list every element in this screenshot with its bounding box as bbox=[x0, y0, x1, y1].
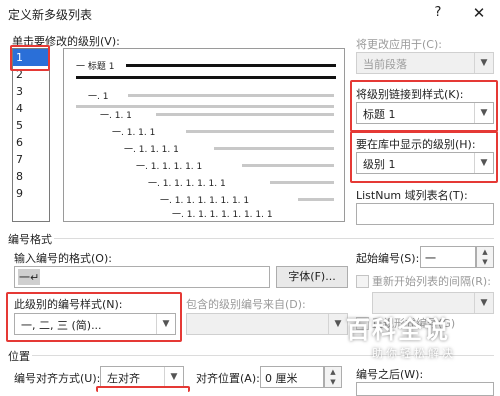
position-section: 位置 bbox=[8, 350, 30, 363]
align-at-input[interactable]: 0 厘米 bbox=[260, 366, 324, 388]
preview-row: 一. 1. 1. 1. 1 bbox=[124, 145, 179, 155]
level-item[interactable]: 9 bbox=[13, 185, 49, 202]
level-listbox[interactable]: 1 2 3 4 5 6 7 8 9 bbox=[12, 48, 50, 222]
include-level-select: ▼ bbox=[186, 313, 348, 335]
restart-label: 重新开始列表的间隔(R): bbox=[372, 275, 491, 288]
gallery-level-label: 要在库中显示的级别(H): bbox=[356, 138, 476, 151]
highlight-align-box bbox=[96, 386, 190, 392]
watermark-slogan: 助你轻松解决 bbox=[372, 347, 456, 360]
chevron-down-icon: ▼ bbox=[474, 53, 493, 73]
number-style-label: 此级别的编号样式(N): bbox=[14, 298, 123, 311]
section-divider bbox=[54, 238, 494, 239]
preview-row: 一. 1. 1. 1 bbox=[112, 128, 156, 138]
level-item[interactable]: 5 bbox=[13, 117, 49, 134]
preview-heading-line bbox=[76, 76, 336, 79]
follow-number-select[interactable] bbox=[356, 382, 494, 396]
preview-row: 一. 1. 1. 1. 1. 1. 1. 1. 1 bbox=[172, 210, 273, 220]
level-item[interactable]: 4 bbox=[13, 100, 49, 117]
preview-row: 一. 1. 1. 1. 1. 1. 1 bbox=[148, 179, 226, 189]
start-at-value: 一 bbox=[425, 252, 436, 265]
preview-row: 一. 1 bbox=[88, 92, 109, 102]
align-at-value: 0 厘米 bbox=[265, 372, 298, 385]
number-style-value: 一, 二, 三 (简)... bbox=[21, 319, 102, 332]
follow-number-label: 编号之后(W): bbox=[356, 368, 424, 381]
chevron-down-icon: ▼ bbox=[328, 314, 347, 334]
align-at-label: 对齐位置(A): bbox=[196, 372, 260, 385]
preview-heading: 一 标题 1 bbox=[76, 62, 115, 72]
include-level-label: 包含的级别编号来自(D): bbox=[186, 298, 306, 311]
level-item[interactable]: 3 bbox=[13, 83, 49, 100]
gallery-level-select[interactable]: 级别 1 ▼ bbox=[356, 152, 494, 174]
apply-changes-label: 将更改应用于(C): bbox=[356, 38, 442, 51]
preview-row: 一. 1. 1. 1. 1. 1. 1. 1 bbox=[160, 196, 250, 206]
preview-line bbox=[128, 94, 334, 97]
preview-line bbox=[214, 147, 334, 150]
chevron-down-icon: ▼ bbox=[164, 367, 183, 387]
link-style-select[interactable]: 标题 1 ▼ bbox=[356, 102, 494, 124]
dialog-title: 定义新多级列表 bbox=[8, 8, 93, 22]
listnum-input[interactable] bbox=[356, 203, 494, 225]
chevron-down-icon: ▼ bbox=[474, 103, 493, 123]
preview-line bbox=[156, 113, 334, 116]
listnum-label: ListNum 域列表名(T): bbox=[356, 189, 468, 202]
align-at-spinner[interactable]: ▲ ▼ bbox=[324, 366, 342, 388]
level-item[interactable]: 8 bbox=[13, 168, 49, 185]
format-value: 一↵ bbox=[18, 269, 41, 285]
preview-heading-line bbox=[126, 64, 336, 67]
number-style-select[interactable]: 一, 二, 三 (简)... ▼ bbox=[14, 313, 176, 335]
format-input[interactable]: 一↵ bbox=[14, 266, 270, 288]
help-icon[interactable]: ? bbox=[428, 3, 448, 23]
link-style-label: 将级别链接到样式(K): bbox=[356, 88, 464, 101]
start-at-label: 起始编号(S): bbox=[356, 252, 420, 265]
chevron-down-icon: ▼ bbox=[474, 293, 493, 313]
link-style-value: 标题 1 bbox=[363, 108, 396, 121]
level-item[interactable]: 7 bbox=[13, 151, 49, 168]
preview-line bbox=[270, 181, 334, 184]
preview-row: 一. 1. 1. 1. 1. 1 bbox=[136, 162, 203, 172]
preview-line bbox=[186, 130, 334, 133]
number-format-section: 编号格式 bbox=[8, 233, 52, 246]
watermark-logo: 百科全说 bbox=[346, 316, 450, 344]
align-label: 编号对齐方式(U): bbox=[14, 372, 101, 385]
font-button[interactable]: 字体(F)... bbox=[276, 266, 348, 288]
preview-line bbox=[242, 164, 334, 167]
preview-row: 一. 1. 1 bbox=[100, 111, 132, 121]
apply-changes-select: 当前段落 ▼ bbox=[356, 52, 494, 74]
start-at-input[interactable]: 一 bbox=[420, 246, 476, 268]
preview-line bbox=[298, 198, 334, 201]
format-label: 输入编号的格式(O): bbox=[14, 252, 112, 265]
align-select[interactable]: 左对齐 ▼ bbox=[100, 366, 184, 388]
list-preview: 一 标题 1 一. 1 一. 1. 1 一. 1. 1. 1 一. 1. 1. … bbox=[63, 48, 345, 222]
start-at-spinner[interactable]: ▲ ▼ bbox=[476, 246, 494, 268]
restart-checkbox bbox=[356, 275, 369, 288]
apply-changes-value: 当前段落 bbox=[363, 58, 407, 71]
gallery-level-value: 级别 1 bbox=[363, 158, 396, 171]
chevron-down-icon: ▼ bbox=[156, 314, 175, 334]
align-value: 左对齐 bbox=[107, 372, 140, 385]
chevron-down-icon: ▼ bbox=[474, 153, 493, 173]
highlight-level-box bbox=[10, 45, 50, 71]
close-icon[interactable]: ✕ bbox=[468, 3, 490, 23]
level-item[interactable]: 6 bbox=[13, 134, 49, 151]
